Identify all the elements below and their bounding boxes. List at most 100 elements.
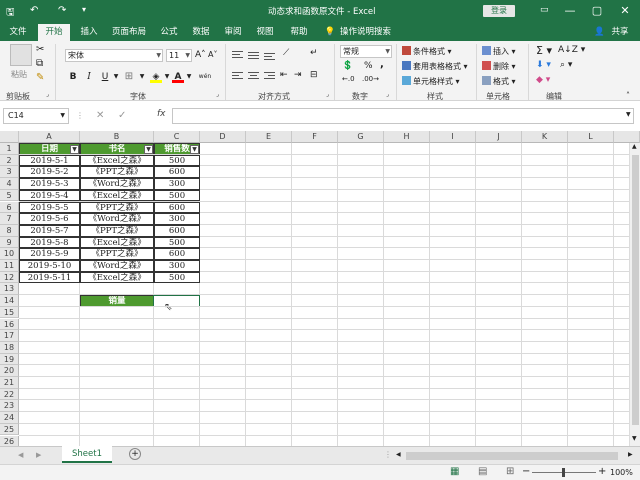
zoom-slider-thumb[interactable] [562, 468, 565, 477]
row-header-24[interactable]: 24 [0, 412, 19, 424]
clear-icon[interactable]: ◆ ▾ [536, 75, 550, 85]
column-header-l[interactable]: L [568, 131, 614, 143]
row-header-15[interactable]: 15 [0, 306, 19, 319]
row-header-11[interactable]: 11 [0, 260, 19, 272]
worksheet-grid[interactable]: A B C D E F G H I J K L 日期 ▼ 书名 ▼ 销售数 ▼ 销量 … [0, 131, 640, 446]
column-header-c[interactable]: C [154, 131, 200, 143]
merge-center-icon[interactable]: ⊟ [310, 70, 318, 80]
row-header-14[interactable]: 14 [0, 295, 19, 307]
paste-icon[interactable] [10, 44, 32, 66]
row-header-12[interactable]: 12 [0, 271, 19, 284]
decrease-indent-icon[interactable]: ⇤ [280, 70, 288, 80]
prev-sheet-icon[interactable]: ◀ [18, 451, 23, 459]
zoom-level[interactable]: 100% [610, 468, 633, 477]
page-break-view-icon[interactable]: ⊞ [506, 466, 514, 477]
copy-icon[interactable]: ⧉ [36, 58, 43, 69]
save-icon[interactable]: 🖫 [6, 5, 15, 22]
column-header-i[interactable]: I [430, 131, 476, 143]
row-header-4[interactable]: 4 [0, 178, 19, 190]
borders-icon[interactable]: ⊞ [123, 71, 135, 83]
next-sheet-icon[interactable]: ▶ [36, 451, 41, 459]
scroll-thumb[interactable] [632, 155, 639, 425]
filter-dropdown-icon[interactable]: ▼ [190, 145, 199, 154]
column-header-j[interactable]: J [476, 131, 522, 143]
zoom-out-button[interactable]: − [522, 466, 530, 477]
bold-button[interactable]: B [67, 71, 79, 83]
cell-sales[interactable]: 600 [154, 248, 200, 260]
cell-date[interactable]: 2019-5-5 [19, 201, 80, 214]
cell-book[interactable]: 《Excel之森》 [80, 271, 154, 284]
collapse-ribbon-icon[interactable]: ˄ [626, 91, 630, 100]
row-header-16[interactable]: 16 [0, 318, 19, 331]
minimize-button[interactable]: — [555, 0, 585, 22]
align-right-icon[interactable] [264, 72, 275, 81]
wrap-text-icon[interactable]: ↵ [310, 48, 318, 58]
cell-book[interactable]: 《Excel之森》 [80, 236, 154, 249]
chevron-down-icon[interactable]: ▼ [136, 71, 148, 83]
undo-icon[interactable]: ↶ [30, 5, 38, 16]
decrease-decimal-icon[interactable]: .00→ [362, 75, 379, 83]
add-sheet-button[interactable]: + [129, 448, 141, 460]
cell-date[interactable]: 2019-5-7 [19, 224, 80, 237]
row-header-10[interactable]: 10 [0, 248, 19, 260]
column-header-g[interactable]: G [338, 131, 384, 143]
cell-sales[interactable]: 500 [154, 189, 200, 202]
cell-sales[interactable]: 500 [154, 154, 200, 167]
select-all-corner[interactable] [0, 131, 19, 143]
cell-date[interactable]: 2019-5-2 [19, 166, 80, 179]
number-format-select[interactable]: 常规 ▼ [340, 45, 392, 58]
dialog-launcher-icon[interactable]: ⌟ [386, 91, 389, 98]
cell-book[interactable]: 《Word之森》 [80, 260, 154, 272]
formula-input[interactable] [172, 108, 634, 124]
cell-sales[interactable]: 300 [154, 178, 200, 190]
cell-sales[interactable]: 300 [154, 260, 200, 272]
cell-date[interactable]: 2019-5-11 [19, 271, 80, 284]
zoom-in-button[interactable]: + [598, 466, 606, 477]
insert-function-button[interactable]: fx [157, 109, 166, 119]
sort-filter-icon[interactable]: A↓Z ▾ [558, 45, 585, 55]
sheet-tab-sheet1[interactable]: Sheet1 [62, 446, 112, 463]
conditional-format-button[interactable]: 条件格式 ▾ [402, 46, 452, 57]
chevron-down-icon[interactable]: ▼ [183, 71, 195, 83]
scroll-right-icon[interactable]: ▶ [628, 451, 633, 458]
row-header-1[interactable]: 1 [0, 143, 19, 155]
row-header-23[interactable]: 23 [0, 400, 19, 413]
normal-view-icon[interactable]: ▦ [450, 466, 459, 477]
row-header-26[interactable]: 26 [0, 435, 19, 446]
column-header-k[interactable]: K [522, 131, 568, 143]
cell-sales[interactable]: 600 [154, 224, 200, 237]
middle-align-icon[interactable] [248, 51, 259, 60]
phonetic-button[interactable]: wén [196, 71, 214, 83]
name-box[interactable]: C14 ▼ [3, 108, 69, 124]
cell-book[interactable]: 《PPT之森》 [80, 224, 154, 237]
find-select-icon[interactable]: ⌕ ▾ [560, 60, 572, 70]
autosum-icon[interactable]: Σ ▾ [536, 44, 552, 57]
dialog-launcher-icon[interactable]: ⌟ [326, 91, 329, 98]
grow-font-button[interactable]: A˄ [195, 50, 206, 60]
row-header-9[interactable]: 9 [0, 236, 19, 249]
column-header-e[interactable]: E [246, 131, 292, 143]
cell-book[interactable]: 《PPT之森》 [80, 166, 154, 179]
tab-file[interactable]: 文件 [5, 24, 31, 41]
currency-icon[interactable]: 💲 [342, 61, 353, 71]
top-align-icon[interactable] [232, 51, 243, 60]
cell-sales[interactable]: 500 [154, 271, 200, 284]
cut-icon[interactable]: ✂ [36, 44, 44, 55]
row-header-19[interactable]: 19 [0, 353, 19, 366]
format-painter-icon[interactable]: ✎ [36, 72, 44, 83]
filter-dropdown-icon[interactable]: ▼ [70, 145, 79, 154]
dialog-launcher-icon[interactable]: ⌟ [216, 91, 219, 98]
comma-button[interactable]: , [380, 59, 384, 70]
share-button[interactable]: 共享 [606, 24, 634, 41]
paste-button[interactable]: 粘贴 [11, 69, 27, 80]
cell-sales[interactable]: 500 [154, 236, 200, 249]
align-left-icon[interactable] [232, 72, 243, 81]
shrink-font-button[interactable]: A˅ [208, 50, 217, 59]
cell-date[interactable]: 2019-5-3 [19, 178, 80, 190]
orientation-icon[interactable]: ⟋ [283, 48, 289, 58]
customize-qat-icon[interactable]: ▾ [82, 5, 86, 14]
increase-decimal-icon[interactable]: ←.0 [342, 75, 355, 83]
cell-book[interactable]: 《PPT之森》 [80, 248, 154, 260]
cell-sales[interactable]: 300 [154, 213, 200, 225]
row-header-8[interactable]: 8 [0, 224, 19, 237]
